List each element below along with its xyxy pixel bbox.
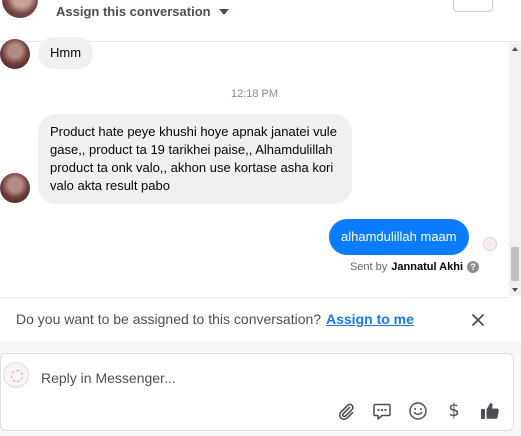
sent-by-prefix: Sent by <box>349 261 388 273</box>
message-thread: Hmm 12:18 PM Product hate peye khushi ho… <box>0 37 509 296</box>
assign-prompt-bar: Do you want to be assigned to this conve… <box>0 297 509 341</box>
incoming-message: Product hate peye khushi hoye apnak jana… <box>38 114 352 204</box>
assign-conversation-dropdown[interactable]: Assign this conversation <box>56 4 229 19</box>
close-icon[interactable] <box>470 312 486 328</box>
sender-avatar <box>0 39 30 69</box>
like-button[interactable] <box>479 400 501 422</box>
assign-question: Do you want to be assigned to this conve… <box>16 311 322 327</box>
assign-to-me-link[interactable]: Assign to me <box>326 311 414 327</box>
attachment-button[interactable] <box>335 400 357 422</box>
sent-by-name: Jannatul Akhi <box>391 261 463 273</box>
composer-area: $ <box>0 341 521 436</box>
incoming-message: Hmm <box>38 37 94 69</box>
assign-conversation-label: Assign this conversation <box>56 4 211 19</box>
reply-input[interactable] <box>41 368 461 388</box>
message-timestamp: 12:18 PM <box>230 88 279 100</box>
scroll-thumb[interactable] <box>511 247 519 281</box>
page-avatar <box>3 362 29 388</box>
emoji-button[interactable] <box>407 400 429 422</box>
attachment-icon <box>338 403 354 421</box>
sent-by-info: Sent by Jannatul Akhi ? <box>350 261 479 273</box>
contact-avatar <box>2 0 38 18</box>
scroll-down-arrow-icon[interactable] <box>512 288 518 292</box>
thread-scrollbar[interactable] <box>509 43 521 296</box>
like-icon <box>481 403 499 419</box>
payment-button[interactable]: $ <box>443 400 465 422</box>
payment-icon: $ <box>448 400 460 421</box>
outgoing-message: alhamdulillah maam <box>329 219 469 255</box>
saved-replies-icon <box>373 403 391 420</box>
saved-replies-button[interactable] <box>371 400 393 422</box>
seen-indicator <box>483 237 497 251</box>
help-icon[interactable]: ? <box>467 261 479 273</box>
reply-composer: $ <box>0 353 514 431</box>
header-action-button[interactable] <box>453 0 493 12</box>
caret-down-icon <box>218 9 229 15</box>
scroll-up-arrow-icon[interactable] <box>512 47 518 51</box>
sender-avatar <box>0 173 30 203</box>
conversation-header: Assign this conversation <box>0 0 521 42</box>
emoji-icon <box>409 402 427 420</box>
